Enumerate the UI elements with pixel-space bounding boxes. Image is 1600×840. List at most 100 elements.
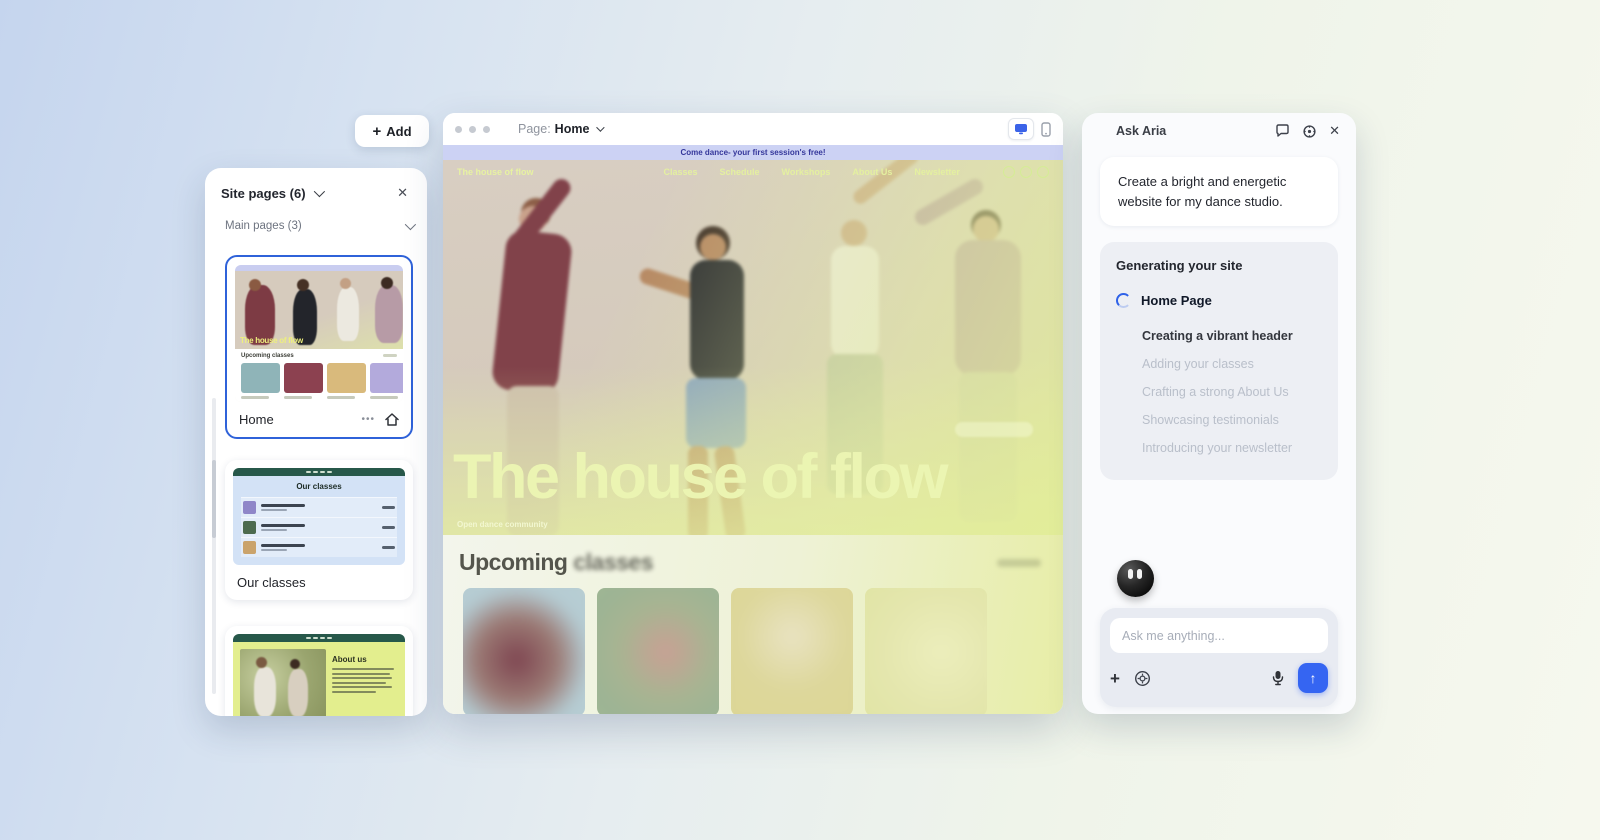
mini-class-row [241, 537, 397, 557]
send-arrow-icon: ↑ [1310, 670, 1317, 686]
mobile-view-button[interactable] [1041, 122, 1051, 137]
nav-link-classes[interactable]: Classes [664, 167, 698, 177]
generation-step: Introducing your newsletter [1142, 434, 1322, 462]
mini-class-card [370, 363, 403, 402]
plus-icon: + [372, 123, 381, 140]
main-pages-group-label: Main pages (3) [225, 220, 302, 232]
mini-class-row [241, 517, 397, 537]
section-link-placeholder [997, 559, 1041, 567]
social-icon[interactable] [1020, 166, 1032, 178]
mini-dancer [375, 285, 403, 343]
aria-panel-title: Ask Aria [1116, 124, 1166, 138]
chat-history-icon[interactable] [1275, 124, 1290, 138]
chevron-down-icon[interactable] [597, 123, 605, 131]
pages-panel-header: Site pages (6) ✕ [205, 168, 427, 212]
tools-icon[interactable] [1134, 670, 1151, 687]
mini-dancer-head [381, 277, 393, 289]
mini-about-title: About us [332, 655, 398, 664]
about-page-thumbnail: About us [233, 634, 405, 716]
pages-scrollbar-thumb[interactable] [212, 460, 216, 538]
mini-about-photo [240, 649, 326, 716]
page-name-our-classes: Our classes [237, 575, 306, 590]
aria-header: Ask Aria ✕ [1082, 113, 1356, 149]
hero-tagline: Open dance community [457, 520, 548, 529]
hero-section: The house of flow Classes Schedule Works… [443, 160, 1063, 535]
class-card [731, 588, 853, 714]
mini-hero-image: The house of flow [235, 271, 403, 349]
social-icon[interactable] [1003, 166, 1015, 178]
nav-link-schedule[interactable]: Schedule [720, 167, 760, 177]
generation-step: Showcasing testimonials [1142, 406, 1322, 434]
user-message-bubble: Create a bright and energetic website fo… [1100, 157, 1338, 226]
site-logo[interactable]: The house of flow [457, 167, 534, 177]
pages-scrollbar-track[interactable] [212, 398, 216, 694]
mini-dancer [337, 287, 359, 341]
site-canvas: Come dance- your first session's free! [443, 145, 1063, 714]
generation-step: Adding your classes [1142, 350, 1322, 378]
social-icon[interactable] [1037, 166, 1049, 178]
mini-section-title: Upcoming classes [241, 353, 294, 359]
mini-dancer-head [249, 279, 261, 291]
class-cards-row [443, 576, 1063, 714]
add-page-button-label: Add [386, 124, 411, 139]
mini-class-card [284, 363, 323, 402]
site-nav-bar: The house of flow Classes Schedule Works… [443, 166, 1063, 178]
class-card [463, 588, 585, 714]
page-card-home[interactable]: The house of flow Upcoming classes Home … [225, 255, 413, 439]
home-page-thumbnail: The house of flow Upcoming classes [235, 265, 403, 402]
nav-link-about-us[interactable]: About Us [852, 167, 892, 177]
desktop-icon [1014, 123, 1028, 135]
generation-step: Crafting a strong About Us [1142, 378, 1322, 406]
page-label: Page: [518, 122, 551, 136]
settings-icon[interactable] [1302, 124, 1317, 139]
generating-page-name: Home Page [1141, 293, 1212, 308]
mini-nav-bar [233, 634, 405, 642]
microphone-icon[interactable] [1272, 670, 1284, 686]
main-pages-group-row[interactable]: Main pages (3) [205, 212, 427, 240]
chat-input[interactable] [1110, 618, 1328, 653]
aria-avatar [1117, 560, 1154, 597]
window-control-dots [455, 126, 490, 133]
hero-cta-button[interactable] [955, 422, 1033, 437]
mini-nav-bar [233, 468, 405, 476]
mini-class-card [241, 363, 280, 402]
class-card [597, 588, 719, 714]
user-message-text: Create a bright and energetic website fo… [1118, 174, 1286, 209]
close-icon[interactable]: ✕ [392, 182, 413, 204]
announcement-bar: Come dance- your first session's free! [443, 145, 1063, 160]
mini-hero-title: The house of flow [240, 336, 303, 345]
pages-panel-title[interactable]: Site pages (6) [221, 186, 306, 201]
mini-dancer-head [297, 279, 309, 291]
mini-class-row [241, 497, 397, 517]
nav-link-newsletter[interactable]: Newsletter [914, 167, 960, 177]
send-button[interactable]: ↑ [1298, 663, 1328, 693]
more-options-icon[interactable]: ••• [361, 414, 375, 425]
loading-spinner-icon [1116, 293, 1131, 308]
nav-link-workshops[interactable]: Workshops [782, 167, 831, 177]
chevron-down-icon[interactable] [313, 186, 324, 197]
section-title: Upcoming classes [459, 549, 653, 576]
page-card-about-us[interactable]: About us [225, 626, 413, 716]
generating-status-card: Generating your site Home Page Creating … [1100, 242, 1338, 480]
mini-dancer-head [340, 278, 351, 289]
preview-top-bar: Page: Home [443, 113, 1063, 145]
add-page-button[interactable]: + Add [355, 115, 429, 147]
page-selector[interactable]: Home [555, 122, 590, 136]
social-icons[interactable] [1003, 166, 1049, 178]
generating-title: Generating your site [1116, 258, 1322, 273]
announcement-text: Come dance- your first session's free! [680, 148, 825, 157]
page-name-home: Home [239, 412, 274, 427]
page-card-our-classes[interactable]: Our classes Our classes [225, 460, 413, 600]
mini-class-cards [235, 362, 403, 402]
class-card [865, 588, 987, 714]
classes-page-thumbnail: Our classes [233, 468, 405, 565]
mini-section-link [383, 354, 397, 357]
generation-steps-list: Creating a vibrant header Adding your cl… [1116, 322, 1322, 462]
desktop-view-button[interactable] [1008, 118, 1034, 140]
site-preview-window: Page: Home Come dance- your first sessio… [443, 113, 1063, 714]
attach-plus-icon[interactable]: + [1110, 670, 1120, 687]
chat-input-card: + ↑ [1100, 608, 1338, 707]
chevron-down-icon [405, 219, 416, 230]
close-icon[interactable]: ✕ [1329, 123, 1340, 139]
site-pages-panel: Site pages (6) ✕ Main pages (3) The hous… [205, 168, 427, 716]
